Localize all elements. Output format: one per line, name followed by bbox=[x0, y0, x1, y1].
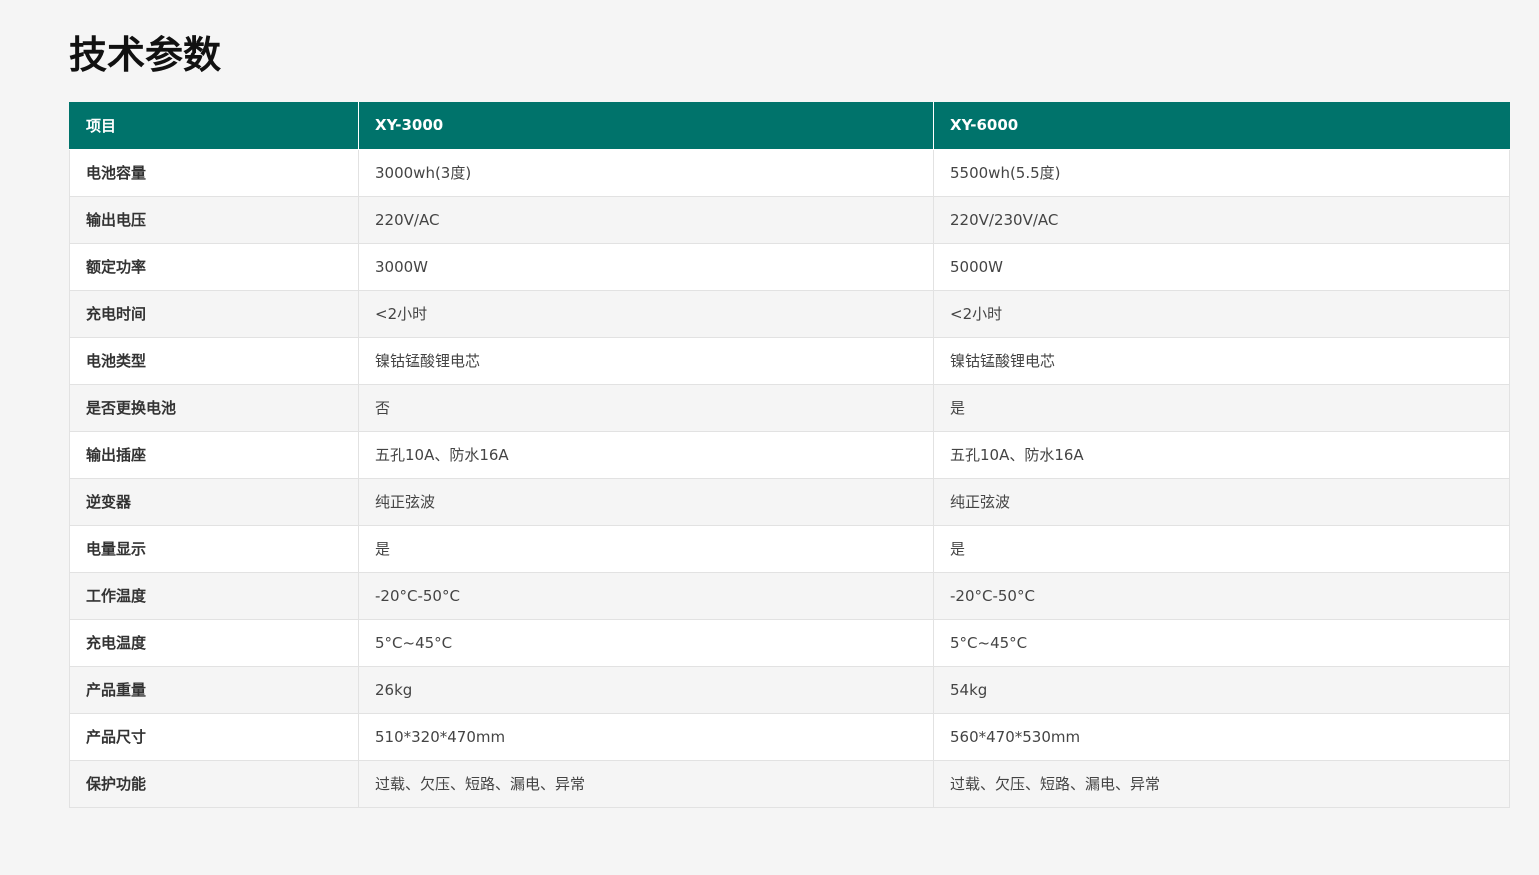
cell-model-1: 五孔10A、防水16A bbox=[358, 430, 934, 479]
cell-model-2: -20°C-50°C bbox=[933, 571, 1510, 620]
row-label: 电池类型 bbox=[69, 336, 359, 385]
table-row: 电量显示是是 bbox=[69, 524, 1510, 573]
cell-model-1: 510*320*470mm bbox=[358, 712, 934, 761]
cell-model-1: -20°C-50°C bbox=[358, 571, 934, 620]
row-label: 充电温度 bbox=[69, 618, 359, 667]
header-cell-item: 项目 bbox=[69, 102, 359, 150]
cell-model-2: <2小时 bbox=[933, 289, 1510, 338]
header-cell-model-1: XY-3000 bbox=[358, 102, 934, 150]
page: 技术参数 项目 XY-3000 XY-6000 电池容量 3000wh(3度) 55… bbox=[0, 0, 1539, 875]
cell-model-2: 镍钴锰酸锂电芯 bbox=[933, 336, 1510, 385]
cell-model-2: 是 bbox=[933, 383, 1510, 432]
table-row: 输出电压 220V/AC 220V/230V/AC bbox=[69, 195, 1510, 244]
header-cell-model-2: XY-6000 bbox=[933, 102, 1510, 150]
table-row: 充电温度 5°C~45°C 5°C~45°C bbox=[69, 618, 1510, 667]
table-body: 电池容量 3000wh(3度) 5500wh(5.5度) 输出电压 220V/AC 220… bbox=[69, 148, 1510, 808]
table-header-row: 项目 XY-3000 XY-6000 bbox=[69, 102, 1510, 150]
table-row: 工作温度 -20°C-50°C -20°C-50°C bbox=[69, 571, 1510, 620]
table-row: 保护功能 过载、欠压、短路、漏电、异常 过载、欠压、短路、漏电、异常 bbox=[69, 759, 1510, 808]
table-row: 电池类型 镍钴锰酸锂电芯 镍钴锰酸锂电芯 bbox=[69, 336, 1510, 385]
cell-model-2: 过载、欠压、短路、漏电、异常 bbox=[933, 759, 1510, 808]
row-label: 电池容量 bbox=[69, 148, 359, 197]
table-row: 逆变器 纯正弦波 纯正弦波 bbox=[69, 477, 1510, 526]
cell-model-1: 26kg bbox=[358, 665, 934, 714]
cell-model-2: 54kg bbox=[933, 665, 1510, 714]
row-label: 是否更换电池 bbox=[69, 383, 359, 432]
row-label: 保护功能 bbox=[69, 759, 359, 808]
cell-model-2: 五孔10A、防水16A bbox=[933, 430, 1510, 479]
cell-model-1: 220V/AC bbox=[358, 195, 934, 244]
row-label: 输出电压 bbox=[69, 195, 359, 244]
table-row: 额定功率 3000W 5000W bbox=[69, 242, 1510, 291]
cell-model-1: 过载、欠压、短路、漏电、异常 bbox=[358, 759, 934, 808]
row-label: 输出插座 bbox=[69, 430, 359, 479]
cell-model-1: 3000wh(3度) bbox=[358, 148, 934, 197]
cell-model-2: 5000W bbox=[933, 242, 1510, 291]
cell-model-2: 纯正弦波 bbox=[933, 477, 1510, 526]
spec-table: 项目 XY-3000 XY-6000 电池容量 3000wh(3度) 5500wh(… bbox=[69, 102, 1510, 808]
table-row: 充电时间 <2小时 <2小时 bbox=[69, 289, 1510, 338]
cell-model-2: 5°C~45°C bbox=[933, 618, 1510, 667]
page-title: 技术参数 bbox=[69, 33, 222, 77]
row-label: 逆变器 bbox=[69, 477, 359, 526]
cell-model-1: <2小时 bbox=[358, 289, 934, 338]
cell-model-2: 是 bbox=[933, 524, 1510, 573]
table-row: 产品尺寸 510*320*470mm 560*470*530mm bbox=[69, 712, 1510, 761]
cell-model-1: 纯正弦波 bbox=[358, 477, 934, 526]
row-label: 产品尺寸 bbox=[69, 712, 359, 761]
cell-model-1: 否 bbox=[358, 383, 934, 432]
row-label: 工作温度 bbox=[69, 571, 359, 620]
cell-model-2: 560*470*530mm bbox=[933, 712, 1510, 761]
row-label: 电量显示 bbox=[69, 524, 359, 573]
row-label: 充电时间 bbox=[69, 289, 359, 338]
cell-model-1: 是 bbox=[358, 524, 934, 573]
table-row: 输出插座 五孔10A、防水16A 五孔10A、防水16A bbox=[69, 430, 1510, 479]
cell-model-1: 3000W bbox=[358, 242, 934, 291]
cell-model-1: 5°C~45°C bbox=[358, 618, 934, 667]
table-row: 电池容量 3000wh(3度) 5500wh(5.5度) bbox=[69, 148, 1510, 197]
cell-model-1: 镍钴锰酸锂电芯 bbox=[358, 336, 934, 385]
cell-model-2: 220V/230V/AC bbox=[933, 195, 1510, 244]
row-label: 额定功率 bbox=[69, 242, 359, 291]
row-label: 产品重量 bbox=[69, 665, 359, 714]
table-row: 是否更换电池否是 bbox=[69, 383, 1510, 432]
table-row: 产品重量 26kg 54kg bbox=[69, 665, 1510, 714]
cell-model-2: 5500wh(5.5度) bbox=[933, 148, 1510, 197]
